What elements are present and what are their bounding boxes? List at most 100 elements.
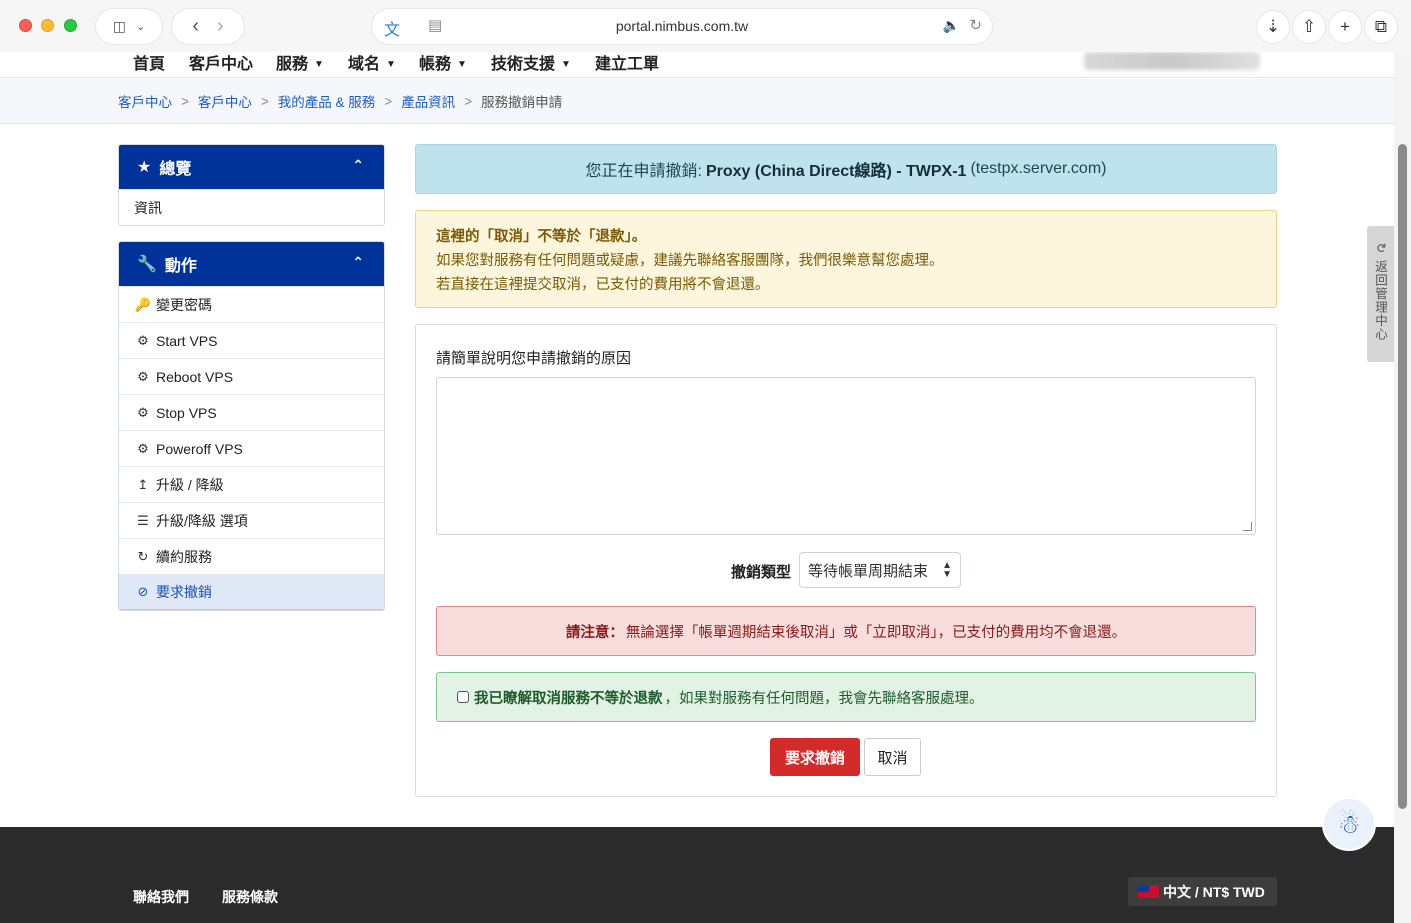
cancellation-target-notice: 您正在申請撤銷: Proxy (China Direct線路) - TWPX-1… [415,144,1277,194]
nav-support[interactable]: 技術支援 ▼ [491,52,571,74]
sidebar-item-poweroff-vps[interactable]: ⚙ Poweroff VPS [119,430,384,466]
nav-client-area[interactable]: 客戶中心 [189,52,253,74]
nav-billing[interactable]: 帳務 ▼ [419,52,467,74]
tabs-icon[interactable]: ⧉ [1365,11,1397,43]
nav-services[interactable]: 服務 ▼ [276,52,324,74]
confirm-bold-text: 我已瞭解取消服務不等於退款 [474,690,663,707]
taiwan-flag-icon [1138,885,1159,898]
nav-open-ticket[interactable]: 建立工單 [595,52,659,74]
chevron-up-icon[interactable]: ⌃ [352,254,364,271]
page-scrollbar[interactable] [1394,52,1411,923]
breadcrumb-link[interactable]: 產品資訊 [401,91,455,111]
reason-label: 請簡單說明您申請撤銷的原因 [436,350,632,367]
breadcrumb-link[interactable]: 客戶中心 [118,91,172,111]
forward-icon[interactable]: › [217,15,224,38]
confirm-text: ，如果對服務有任何問題，我會先聯絡客服處理。 [664,690,984,707]
overview-panel: ★ 總覽 ⌃ 資訊 [118,144,385,226]
address-bar[interactable]: 文 ▤ portal.nimbus.com.tw 🔈 ↻ [372,9,992,44]
sidebar-item-renew[interactable]: ↻ 續約服務 [119,538,384,574]
gears-icon: ⚙ [137,332,149,348]
gears-icon: ⚙ [137,368,149,384]
request-cancellation-button[interactable]: 要求撤銷 [770,738,860,776]
breadcrumb-separator: > [260,93,269,109]
account-menu[interactable] [1084,52,1260,70]
caret-down-icon: ▼ [314,59,324,71]
key-icon: 🔑 [134,296,152,312]
breadcrumb-link[interactable]: 我的產品 & 服務 [278,91,376,111]
actions-panel-title: 動作 [164,258,197,275]
select-updown-icon: ▲ ▼ [942,560,952,580]
url-text: portal.nimbus.com.tw [615,18,749,34]
reason-textarea[interactable] [436,377,1256,535]
sidebar-toggle-button[interactable]: ◫ ⌄ [96,9,162,44]
chevron-up-icon[interactable]: ⌃ [352,157,364,174]
sidebar-item-label: 要求撤銷 [156,584,212,600]
warning-line-2: 若直接在這裡提交取消，已支付的費用將不會退還。 [436,277,770,293]
sidebar-item-start-vps[interactable]: ⚙ Start VPS [119,322,384,358]
notice-product: Proxy (China Direct線路) - TWPX-1 [705,163,967,180]
sidebar-item-info[interactable]: 資訊 [119,189,384,225]
overview-panel-header[interactable]: ★ 總覽 ⌃ [119,145,384,189]
top-navigation: 首頁 客戶中心 服務 ▼ 域名 ▼ 帳務 ▼ 技術支援 ▼ 建立工單 [0,52,1394,78]
cancel-button[interactable]: 取消 [864,738,921,776]
sidebar-item-reboot-vps[interactable]: ⚙ Reboot VPS [119,358,384,394]
sidebar-item-label: 變更密碼 [156,296,212,313]
download-icon[interactable]: ⇣ [1257,11,1289,43]
resize-grip-icon[interactable] [1243,522,1252,531]
language-currency-label: 中文 / NT$ TWD [1163,883,1265,900]
nav-domains[interactable]: 域名 ▼ [348,52,396,74]
chat-mascot-icon[interactable]: ☃ [1322,797,1376,851]
sidebar-item-label: Stop VPS [156,404,217,421]
breadcrumb-separator: > [181,93,189,109]
breadcrumb-separator: > [384,93,393,109]
back-to-admin-tab[interactable]: ↻ 返回管理中心 [1367,226,1394,362]
back-icon[interactable]: ‹ [192,15,199,38]
star-icon: ★ [137,159,152,176]
refresh-icon: ↻ [1373,242,1389,254]
footer-link-terms[interactable]: 服務條款 [222,887,278,907]
wrench-icon: 🔧 [137,256,157,273]
scrollbar-thumb[interactable] [1398,144,1407,809]
sidebar-item-change-password[interactable]: 🔑 變更密碼 [119,286,384,322]
nav-support-label: 技術支援 [491,56,556,73]
confirm-checkbox[interactable] [457,691,469,703]
speaker-icon[interactable]: 🔈 [943,17,960,34]
footer: 聯絡我們 服務條款 中文 / NT$ TWD [0,827,1394,923]
danger-alert-text: 無論選擇「帳單週期結束後取消」或「立即取消」，已支付的費用均不會退還。 [625,624,1127,641]
sidebar-item-label: Reboot VPS [156,368,234,385]
sidebar-item-label: 升級 / 降級 [156,476,224,493]
new-tab-icon[interactable]: + [1329,11,1361,43]
cancellation-form: 請簡單說明您申請撤銷的原因 撤銷類型 等待帳單周期結束 ▲ ▼ 請注意： 無論選擇… [415,324,1277,797]
page: 首頁 客戶中心 服務 ▼ 域名 ▼ 帳務 ▼ 技術支援 ▼ 建立工單 客戶中心 > 客戶… [0,52,1394,923]
actions-panel-header[interactable]: 🔧 動作 ⌃ [119,242,384,286]
breadcrumb: 客戶中心 > 客戶中心 > 我的產品 & 服務 > 產品資訊 > 服務撤銷申請 [0,79,1394,124]
nav-home[interactable]: 首頁 [133,52,165,74]
zoom-window-button[interactable] [64,19,77,32]
cancellation-type-label: 撤銷類型 [731,564,792,581]
back-to-admin-label: 返回管理中心 [1373,260,1387,341]
share-icon[interactable]: ⇧ [1293,11,1325,43]
sidebar-item-stop-vps[interactable]: ⚙ Stop VPS [119,394,384,430]
browser-toolbar: ◫ ⌄ ‹ › 文 ▤ portal.nimbus.com.tw 🔈 ↻ ⇣ ⇧… [0,0,1411,52]
caret-down-icon: ▼ [386,59,396,71]
caret-down-icon: ▼ [561,59,571,71]
cancellation-type-select[interactable]: 等待帳單周期結束 ▲ ▼ [799,552,961,588]
sidebar-item-label: 資訊 [134,199,162,216]
sidebar-item-label: 升級/降級 選項 [156,512,248,529]
reload-icon[interactable]: ↻ [969,16,982,34]
sidebar-item-request-cancellation[interactable]: ⊘ 要求撤銷 [119,574,384,610]
overview-panel-title: 總覽 [159,161,192,178]
confirm-checkbox-row[interactable]: 我已瞭解取消服務不等於退款 ，如果對服務有任何問題，我會先聯絡客服處理。 [436,672,1256,722]
language-currency-button[interactable]: 中文 / NT$ TWD [1128,877,1277,906]
nav-arrows: ‹ › [172,9,244,44]
warning-title: 這裡的「取消」不等於「退款」。 [436,229,647,245]
caret-down-icon: ▼ [457,59,467,71]
minimize-window-button[interactable] [41,19,54,32]
nav-services-label: 服務 [276,56,309,73]
close-window-button[interactable] [19,19,32,32]
breadcrumb-link[interactable]: 客戶中心 [198,91,252,111]
sidebar-item-upgrade-options[interactable]: ☰ 升級/降級 選項 [119,502,384,538]
footer-link-contact[interactable]: 聯絡我們 [133,887,189,907]
sidebar-item-upgrade[interactable]: ↥ 升級 / 降級 [119,466,384,502]
breadcrumb-separator: > [464,93,473,109]
